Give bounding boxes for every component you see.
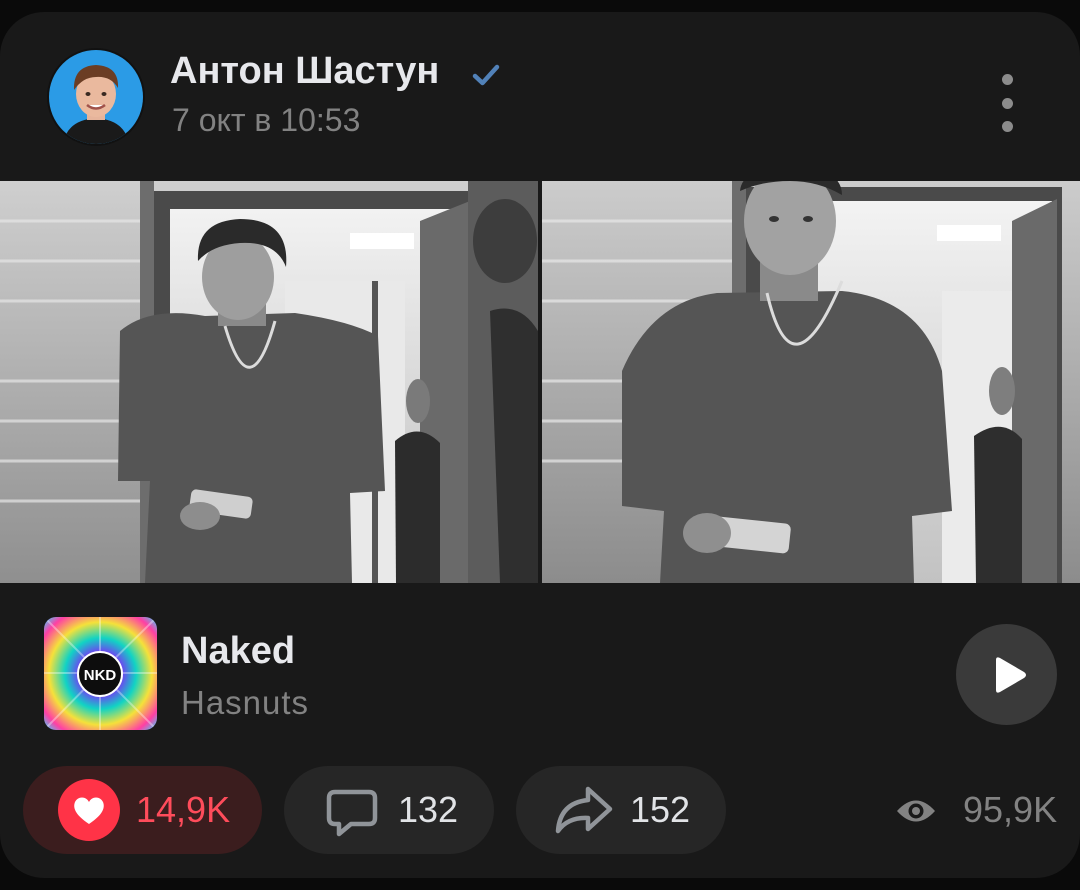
checkmark-icon — [472, 64, 500, 86]
share-button[interactable]: 152 — [516, 766, 726, 854]
post-time[interactable]: 7 окт в 10:53 — [172, 102, 360, 139]
more-vertical-icon — [1001, 74, 1013, 85]
share-count: 152 — [630, 789, 691, 830]
author-avatar[interactable] — [47, 48, 145, 146]
eye-icon — [897, 800, 935, 822]
post-photo-1[interactable] — [0, 181, 538, 583]
like-button[interactable]: 14,9K — [23, 766, 262, 854]
author-name[interactable]: Антон Шастун — [170, 50, 439, 93]
views-count: 95,9K — [963, 789, 1058, 830]
like-count: 14,9K — [136, 789, 231, 830]
play-button[interactable] — [956, 624, 1057, 725]
track-artist[interactable]: Hasnuts — [181, 684, 309, 722]
comment-button[interactable]: 132 — [284, 766, 494, 854]
play-icon — [996, 657, 1026, 693]
comment-count: 132 — [398, 789, 459, 830]
album-cover[interactable]: NKD — [44, 617, 157, 730]
more-options-button[interactable] — [986, 70, 1028, 136]
post-photo-2[interactable] — [542, 181, 1080, 583]
post-card: Антон Шастун 7 окт в 10:53 NKD Naked Has… — [0, 12, 1080, 878]
comment-icon — [326, 789, 378, 837]
heart-icon — [58, 779, 120, 841]
share-icon — [555, 786, 613, 834]
track-title[interactable]: Naked — [181, 630, 295, 673]
cover-text: NKD — [84, 667, 117, 684]
